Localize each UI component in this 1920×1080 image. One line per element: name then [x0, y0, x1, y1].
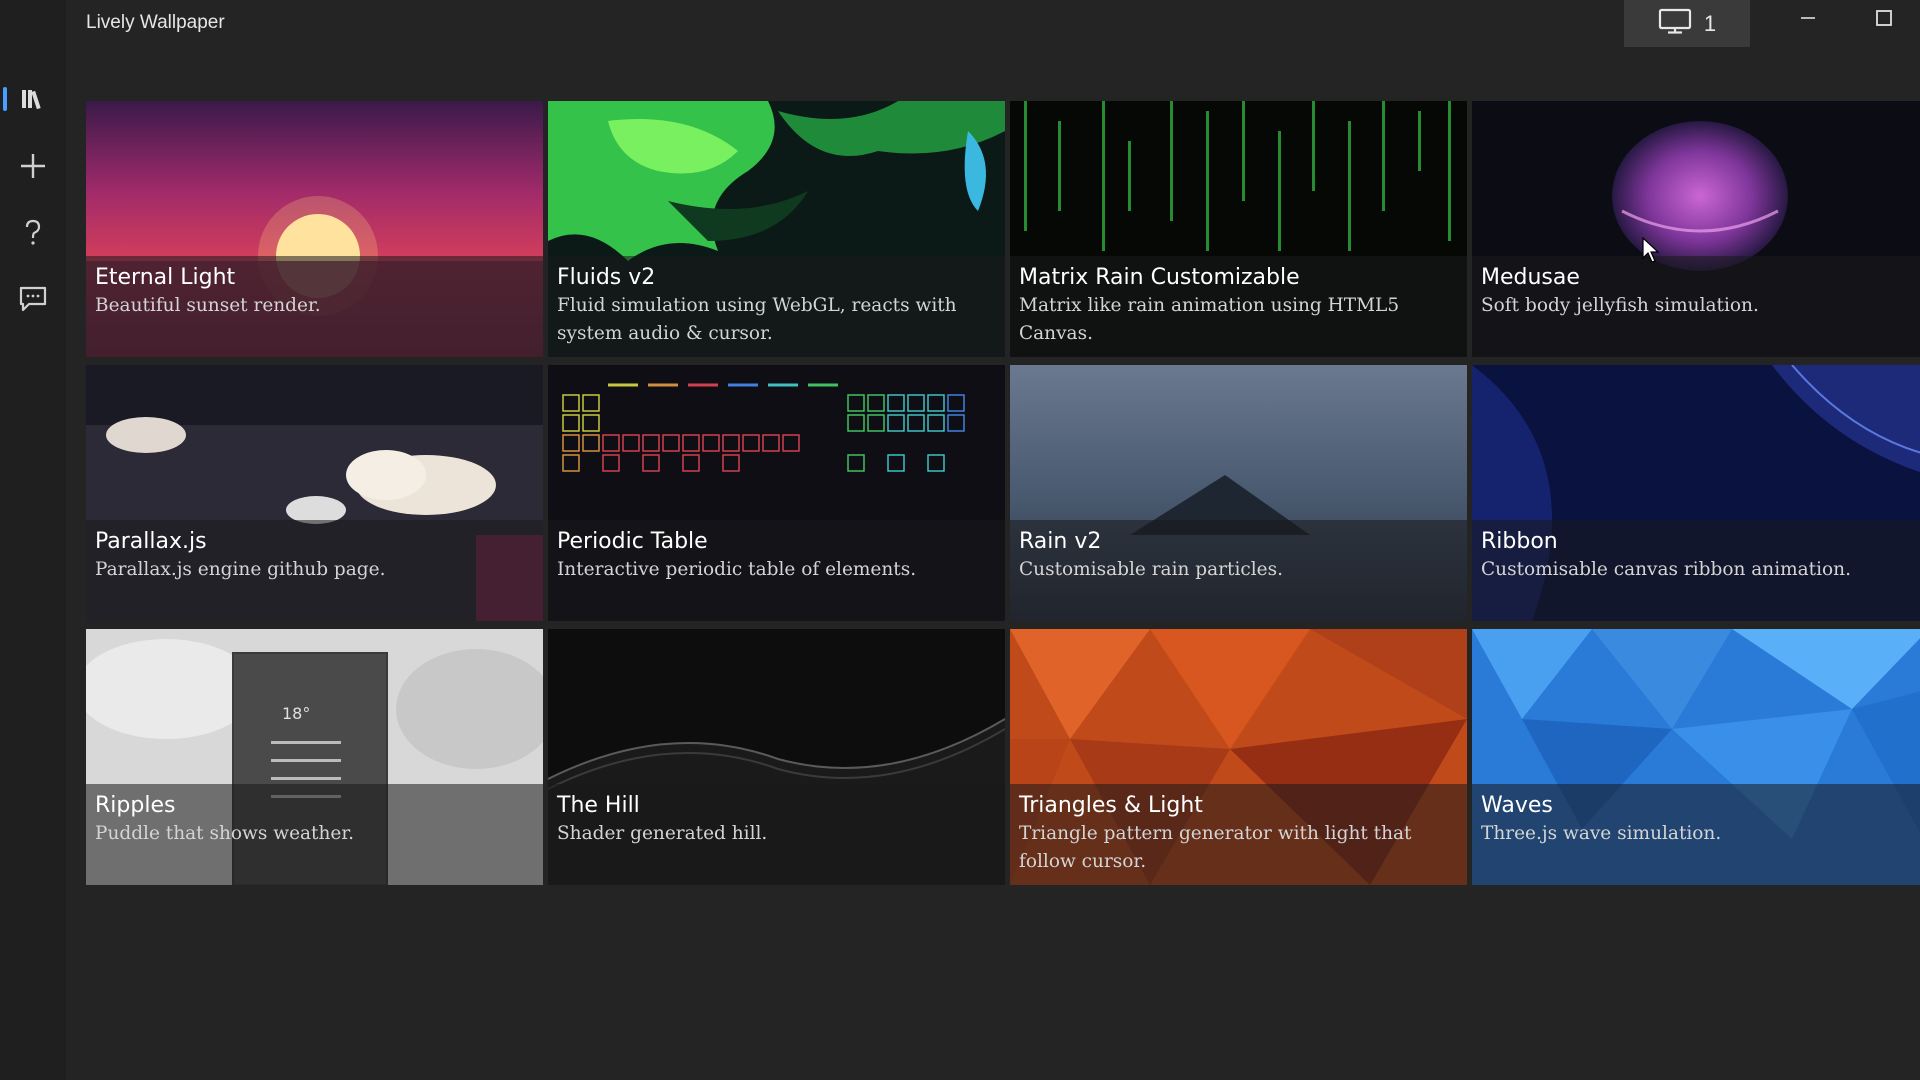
weather-temperature: 18°	[282, 704, 310, 723]
library-icon	[19, 86, 47, 112]
nav-feedback[interactable]	[0, 271, 66, 327]
tile-caption: The Hill Shader generated hill.	[548, 784, 1005, 885]
tile-title: Ribbon	[1481, 529, 1558, 554]
tile-title: Triangles & Light	[1019, 793, 1203, 818]
maximize-button[interactable]	[1848, 0, 1920, 40]
tile-caption: Triangles & Light Triangle pattern gener…	[1010, 784, 1467, 885]
tile-caption: Periodic Table Interactive periodic tabl…	[548, 520, 1005, 621]
wallpaper-tile-periodic-table[interactable]: Periodic Table Interactive periodic tabl…	[548, 365, 1005, 621]
tile-title: Waves	[1481, 793, 1553, 818]
wallpaper-tile-fluids-v2[interactable]: Fluids v2 Fluid simulation using WebGL, …	[548, 101, 1005, 357]
sidebar	[0, 0, 66, 1080]
wallpaper-tile-parallax[interactable]: Parallax.js Parallax.js engine github pa…	[86, 365, 543, 621]
title-bar: Lively Wallpaper 1	[0, 0, 1920, 48]
nav-add[interactable]	[0, 138, 66, 194]
monitor-select-button[interactable]: 1	[1624, 0, 1750, 47]
tile-title: Periodic Table	[557, 529, 708, 554]
wallpaper-tile-ripples[interactable]: 18° Ripples Puddle that shows weather.	[86, 629, 543, 885]
wallpaper-tile-matrix-rain[interactable]: Matrix Rain Customizable Matrix like rai…	[1010, 101, 1467, 357]
monitor-icon	[1658, 7, 1692, 41]
mouse-cursor-icon	[1641, 236, 1661, 268]
tile-description: Parallax.js engine github page.	[95, 559, 386, 580]
monitor-count: 1	[1703, 10, 1717, 36]
maximize-icon	[1875, 9, 1893, 31]
app-title: Lively Wallpaper	[86, 12, 225, 33]
wallpaper-tile-ribbon[interactable]: Ribbon Customisable canvas ribbon animat…	[1472, 365, 1920, 621]
wallpaper-tile-medusae[interactable]: Medusae Soft body jellyfish simulation.	[1472, 101, 1920, 357]
tile-description: Beautiful sunset render.	[95, 295, 321, 316]
tile-title: Rain v2	[1019, 529, 1102, 554]
tile-caption: Matrix Rain Customizable Matrix like rai…	[1010, 256, 1467, 357]
tile-caption: Eternal Light Beautiful sunset render.	[86, 256, 543, 357]
question-icon	[22, 218, 44, 248]
minimize-icon	[1799, 9, 1817, 31]
tile-description: Shader generated hill.	[557, 823, 768, 844]
minimize-button[interactable]	[1772, 0, 1844, 40]
tile-description: Fluid simulation using WebGL, reacts wit…	[557, 295, 957, 344]
tile-caption: Ripples Puddle that shows weather.	[86, 784, 543, 885]
tile-title: Matrix Rain Customizable	[1019, 265, 1300, 290]
tile-title: Ripples	[95, 793, 176, 818]
tile-description: Three.js wave simulation.	[1481, 823, 1722, 844]
wallpaper-tile-triangles-light[interactable]: Triangles & Light Triangle pattern gener…	[1010, 629, 1467, 885]
wallpaper-tile-rain-v2[interactable]: Rain v2 Customisable rain particles.	[1010, 365, 1467, 621]
tile-title: Fluids v2	[557, 265, 656, 290]
wallpaper-tile-eternal-light[interactable]: Eternal Light Beautiful sunset render.	[86, 101, 543, 357]
nav-help[interactable]	[0, 205, 66, 261]
wallpaper-grid: Eternal Light Beautiful sunset render. F…	[86, 101, 1920, 886]
tile-caption: Ribbon Customisable canvas ribbon animat…	[1472, 520, 1920, 621]
tile-description: Customisable canvas ribbon animation.	[1481, 559, 1851, 580]
tile-title: The Hill	[557, 793, 640, 818]
tile-caption: Medusae Soft body jellyfish simulation.	[1472, 256, 1920, 357]
tile-title: Eternal Light	[95, 265, 236, 290]
tile-description: Puddle that shows weather.	[95, 823, 355, 844]
tile-title: Medusae	[1481, 265, 1580, 290]
plus-icon	[18, 151, 48, 181]
tile-caption: Rain v2 Customisable rain particles.	[1010, 520, 1467, 621]
tile-description: Soft body jellyfish simulation.	[1481, 295, 1759, 316]
tile-description: Triangle pattern generator with light th…	[1019, 823, 1412, 872]
tile-caption: Fluids v2 Fluid simulation using WebGL, …	[548, 256, 1005, 357]
tile-caption: Waves Three.js wave simulation.	[1472, 784, 1920, 885]
tile-description: Customisable rain particles.	[1019, 559, 1283, 580]
wallpaper-tile-the-hill[interactable]: The Hill Shader generated hill.	[548, 629, 1005, 885]
tile-description: Interactive periodic table of elements.	[557, 559, 917, 580]
wallpaper-tile-waves[interactable]: Waves Three.js wave simulation.	[1472, 629, 1920, 885]
nav-library[interactable]	[0, 71, 66, 127]
tile-description: Matrix like rain animation using HTML5 C…	[1019, 295, 1400, 344]
feedback-icon	[18, 285, 48, 313]
tile-caption: Parallax.js Parallax.js engine github pa…	[86, 520, 543, 621]
tile-title: Parallax.js	[95, 529, 207, 554]
